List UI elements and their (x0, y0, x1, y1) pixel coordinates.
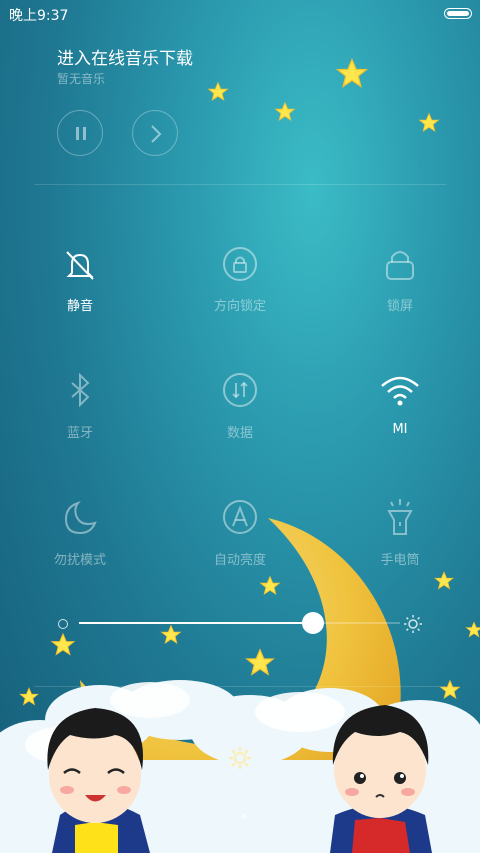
toggle-lock-screen[interactable]: 锁屏 (340, 243, 460, 333)
toggle-label: 数据 (226, 426, 253, 441)
toggle-auto-brightness[interactable]: 自动亮度 (180, 497, 300, 587)
flashlight-icon (387, 499, 413, 535)
toggle-mobile-data[interactable]: 数据 (180, 370, 300, 460)
pause-icon (76, 127, 86, 140)
notification-shade: 晚上9:37 进入在线音乐下载 暂无音乐 静音 方向锁定 锁屏 蓝牙 数据 MI… (0, 0, 480, 853)
music-subtitle: 暂无音乐 (57, 72, 106, 86)
pause-button[interactable] (57, 110, 103, 156)
toggle-bluetooth[interactable]: 蓝牙 (20, 370, 140, 460)
chevron-right-icon (151, 125, 162, 143)
mobile-data-icon (223, 373, 257, 407)
brightness-max-icon (404, 615, 422, 633)
settings-icon[interactable] (227, 745, 253, 771)
status-bar: 晚上9:37 (0, 0, 480, 26)
music-title[interactable]: 进入在线音乐下载 (57, 44, 193, 69)
brightness-slider-fill[interactable] (79, 622, 313, 624)
next-button[interactable] (132, 110, 178, 156)
page-indicator (242, 814, 247, 819)
toggle-flashlight[interactable]: 手电筒 (340, 497, 460, 587)
rotation-lock-icon (223, 247, 257, 281)
toggle-label: 锁屏 (386, 299, 413, 314)
status-time: 晚上9:37 (9, 8, 69, 24)
toggle-silent[interactable]: 静音 (20, 243, 140, 333)
toggle-do-not-disturb[interactable]: 勿扰模式 (20, 497, 140, 587)
brightness-slider-thumb[interactable] (302, 612, 324, 634)
battery-icon (444, 8, 472, 19)
toggle-label: 静音 (66, 299, 93, 314)
wifi-icon (381, 376, 419, 406)
toggle-rotation-lock[interactable]: 方向锁定 (180, 243, 300, 333)
toggle-label: 蓝牙 (66, 426, 93, 441)
divider (34, 686, 446, 687)
toggle-wifi[interactable]: MI (340, 370, 460, 460)
toggle-label: 方向锁定 (213, 299, 266, 314)
toggle-label: 自动亮度 (213, 553, 266, 568)
toggle-label: MI (392, 422, 408, 437)
auto-brightness-icon (223, 500, 257, 534)
divider (34, 184, 446, 185)
moon-icon (64, 500, 97, 535)
brightness-slider-track[interactable] (313, 622, 400, 624)
toggle-label: 勿扰模式 (53, 553, 106, 568)
bluetooth-icon (71, 372, 90, 408)
toggle-label: 手电筒 (380, 553, 420, 568)
brightness-min-icon (58, 619, 68, 629)
lock-icon (386, 251, 414, 280)
silent-bell-icon (66, 251, 94, 280)
